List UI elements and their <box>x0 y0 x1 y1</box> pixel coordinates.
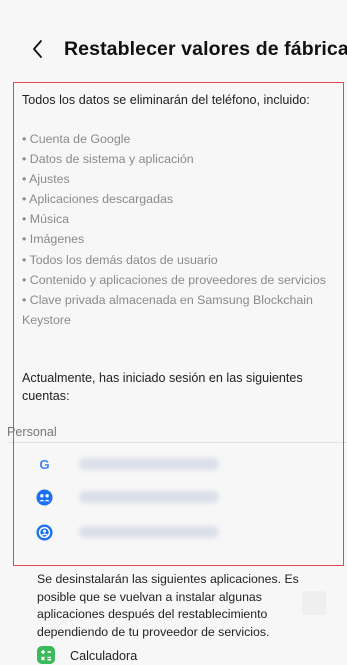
intro-text: Todos los datos se eliminarán del teléfo… <box>22 93 310 107</box>
app-label: Calculadora <box>70 649 138 663</box>
samsung-account-icon <box>36 524 53 541</box>
chevron-left-icon <box>33 40 42 58</box>
list-item: • Música <box>22 212 70 227</box>
list-item: • Datos de sistema y aplicación <box>22 152 194 167</box>
app-header: Restablecer valores de fábrica <box>0 0 347 82</box>
list-item: • Todos los demás datos de usuario <box>22 252 218 267</box>
back-button[interactable] <box>30 36 48 62</box>
redacted-email <box>79 491 219 503</box>
samsung-people-icon <box>36 489 53 506</box>
list-item: • Aplicaciones descargadas <box>22 192 174 207</box>
list-item: • Contenido y aplicaciones de proveedore… <box>22 272 326 287</box>
decorative-square <box>302 591 326 615</box>
calculator-icon <box>37 646 55 664</box>
section-divider <box>7 442 347 443</box>
account-row-samsung-account[interactable] <box>22 515 322 549</box>
google-icon: G <box>39 457 49 472</box>
account-row-google[interactable]: G <box>22 447 322 481</box>
page-title: Restablecer valores de fábrica <box>64 38 347 60</box>
deleted-data-list: • Cuenta de Google • Datos de sistema y … <box>22 129 326 330</box>
list-item: • Clave privada almacenada en Samsung Bl… <box>22 292 313 327</box>
account-row-samsung-people[interactable] <box>22 480 322 514</box>
signed-in-text: Actualmente, has iniciado sesión en las … <box>22 371 303 403</box>
svg-text:G: G <box>39 457 49 472</box>
redacted-email <box>79 458 219 470</box>
app-list-item: Calculadora <box>37 645 287 665</box>
apps-notice-text: Se desinstalarán las siguientes aplicaci… <box>37 572 299 639</box>
accounts-section-title: Personal <box>7 425 57 439</box>
list-item: • Imágenes <box>22 232 85 247</box>
list-item: • Cuenta de Google <box>22 132 131 146</box>
redacted-email <box>79 526 219 538</box>
list-item: • Ajustes <box>22 172 70 187</box>
